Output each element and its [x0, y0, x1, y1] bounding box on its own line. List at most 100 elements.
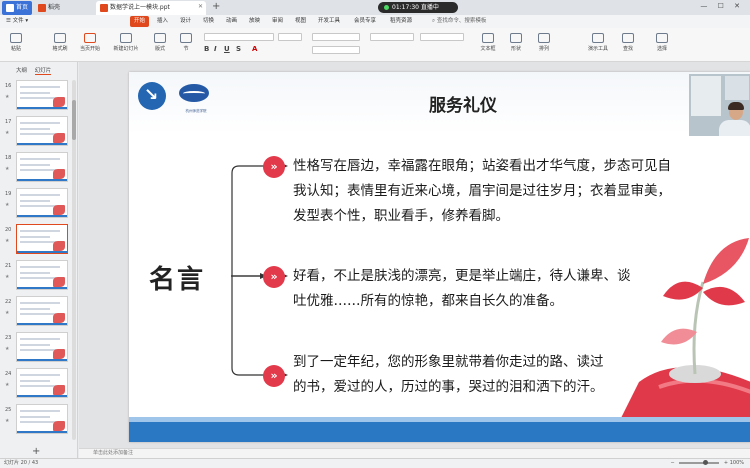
bold-icon[interactable]: B	[204, 45, 209, 53]
animation-star-icon: ★	[5, 238, 10, 244]
layout-label: 版式	[154, 46, 165, 52]
menu-insert[interactable]: 插入	[157, 16, 168, 27]
arrange-button[interactable]: 排列	[530, 31, 558, 59]
slide-thumbnail[interactable]	[16, 80, 68, 110]
slide-thumbnail-row[interactable]: 24 ★	[2, 368, 76, 400]
presentation-tools-button[interactable]: 演示工具	[584, 31, 612, 59]
notes-field[interactable]: 单击此处添加备注	[79, 448, 750, 458]
textbox-icon	[482, 33, 494, 43]
search-command[interactable]: ⌕ 查找命令、搜索模板	[432, 16, 486, 27]
menu-transition[interactable]: 切换	[203, 16, 214, 27]
slide-editing-canvas[interactable]: 杭州师范学院 服务礼仪	[79, 62, 750, 448]
slide-thumbnail[interactable]	[16, 260, 68, 290]
presentation-tools-label: 演示工具	[587, 46, 608, 52]
section-icon	[180, 33, 192, 43]
thumbnail-scrollbar[interactable]	[72, 80, 76, 440]
tab-document-label: 数据学说上一模块.ppt	[110, 4, 170, 11]
menu-animation[interactable]: 动画	[226, 16, 237, 27]
paste-button[interactable]: 粘贴	[2, 31, 30, 59]
tab-docer[interactable]: 稻壳	[34, 1, 94, 15]
slide-number: 21	[5, 263, 12, 269]
format-painter-button[interactable]: 格式刷	[46, 31, 74, 59]
zoom-control[interactable]: − + 100%	[671, 459, 744, 468]
find-button[interactable]: 查找	[614, 31, 642, 59]
slide-thumbnail-row[interactable]: 21 ★	[2, 260, 76, 292]
layout-button[interactable]: 版式	[146, 31, 174, 59]
slide-thumbnail-row[interactable]: 23 ★	[2, 332, 76, 364]
slide-thumbnail[interactable]	[16, 404, 68, 434]
textbox-button[interactable]: 文本框	[474, 31, 502, 59]
select-button[interactable]: 选择	[648, 31, 676, 59]
quote-line: 吐优雅……所有的惊艳，都来自长久的准备。	[293, 293, 563, 309]
tab-document[interactable]: 数据学说上一模块.ppt	[96, 1, 206, 15]
layout-icon	[154, 33, 166, 43]
tab-home[interactable]: 首页	[2, 1, 32, 15]
slide-thumbnail[interactable]	[16, 116, 68, 146]
from-current-button[interactable]: 当页开始	[76, 31, 104, 59]
slide-thumbnail[interactable]	[16, 332, 68, 362]
tab-outline[interactable]: 大纲	[16, 68, 27, 74]
chevron-icon: »	[263, 365, 285, 387]
menu-member[interactable]: 会员专享	[354, 16, 376, 27]
menu-review[interactable]: 审阅	[272, 16, 283, 27]
slide-thumbnail-row[interactable]: 25 ★	[2, 404, 76, 436]
shape-button[interactable]: 形状	[502, 31, 530, 59]
italic-icon[interactable]: I	[214, 45, 217, 53]
menu-developer[interactable]: 开发工具	[318, 16, 340, 27]
underline-icon[interactable]: U	[224, 45, 230, 53]
section-label: 节	[183, 46, 189, 52]
font-color-icon[interactable]: A	[252, 45, 257, 53]
animation-star-icon: ★	[5, 166, 10, 172]
new-slide-icon	[120, 33, 132, 43]
center-label[interactable]: 名言	[149, 259, 205, 296]
webcam-video-overlay[interactable]	[689, 74, 750, 136]
slide-thumbnail[interactable]	[16, 152, 68, 182]
menu-file[interactable]: ☰ 文件 ▾	[6, 16, 28, 27]
zoom-out-icon[interactable]: −	[671, 460, 675, 466]
menu-start[interactable]: 开始	[130, 16, 150, 27]
quote-2[interactable]: 好看，不止是肤浅的漂亮，更是举止端庄，待人谦卑、谈 吐优雅……所有的惊艳，都来自…	[293, 264, 631, 314]
menu-slideshow[interactable]: 放映	[249, 16, 260, 27]
menu-docer-resources[interactable]: 稻壳资源	[390, 16, 412, 27]
close-tab-icon[interactable]: ✕	[198, 3, 203, 10]
text-direction-select[interactable]	[370, 33, 414, 41]
strikethrough-icon[interactable]: S	[236, 45, 241, 53]
text-style-select[interactable]	[420, 33, 464, 41]
slide-counter: 幻灯片 20 / 43	[4, 460, 39, 466]
bullet-list-select[interactable]	[312, 33, 360, 41]
new-tab-button[interactable]: +	[212, 1, 220, 13]
slide-thumbnail-row[interactable]: 17 ★	[2, 116, 76, 148]
zoom-slider-knob[interactable]	[703, 459, 709, 465]
quote-line: 好看，不止是肤浅的漂亮，更是举止端庄，待人谦卑、谈	[293, 268, 631, 284]
slide-thumbnail[interactable]	[16, 368, 68, 398]
slide-thumbnail-row[interactable]: 22 ★	[2, 296, 76, 328]
slide-thumbnail[interactable]	[16, 296, 68, 326]
zoom-in-icon[interactable]: +	[724, 460, 728, 466]
window-controls[interactable]: — ☐ ✕	[700, 2, 744, 10]
quote-line: 我认知；表情里有近来心境，眉宇间是过往岁月；衣着显审美，	[293, 183, 671, 199]
zoom-slider[interactable]	[679, 459, 720, 465]
slide-thumbnail-row[interactable]: 18 ★	[2, 152, 76, 184]
menu-view[interactable]: 视图	[295, 16, 306, 27]
slide-thumbnail[interactable]	[16, 224, 68, 254]
scrollbar-thumb[interactable]	[72, 100, 76, 140]
alignment-group[interactable]	[312, 46, 360, 54]
current-slide[interactable]: 杭州师范学院 服务礼仪	[129, 72, 750, 442]
quote-3[interactable]: 到了一定年纪，您的形象里就带着你走过的路、读过 的书，爱过的人，历过的事，哭过的…	[293, 350, 604, 400]
slide-title[interactable]: 服务礼仪	[429, 91, 497, 116]
slide-thumbnail[interactable]	[16, 188, 68, 218]
live-meeting-indicator[interactable]: 01:17:30 直播中	[378, 2, 458, 13]
slide-thumbnail-row[interactable]: 16 ★	[2, 80, 76, 112]
new-slide-button[interactable]: 新建幻灯片	[112, 31, 140, 59]
menu-design[interactable]: 设计	[180, 16, 191, 27]
slide-thumbnail-row[interactable]: 19 ★	[2, 188, 76, 220]
font-size-select[interactable]	[278, 33, 302, 41]
slide-number: 24	[5, 371, 12, 377]
slide-number: 23	[5, 335, 12, 341]
tab-slides[interactable]: 幻灯片	[34, 68, 52, 75]
quote-1[interactable]: 性格写在唇边，幸福露在眼角；站姿看出才华气度，步态可见自 我认知；表情里有近来心…	[293, 154, 671, 229]
slide-thumbnail-row[interactable]: 20 ★	[2, 224, 76, 256]
section-button[interactable]: 节	[172, 31, 200, 59]
add-slide-button[interactable]: +	[32, 446, 40, 457]
font-name-select[interactable]	[204, 33, 274, 41]
